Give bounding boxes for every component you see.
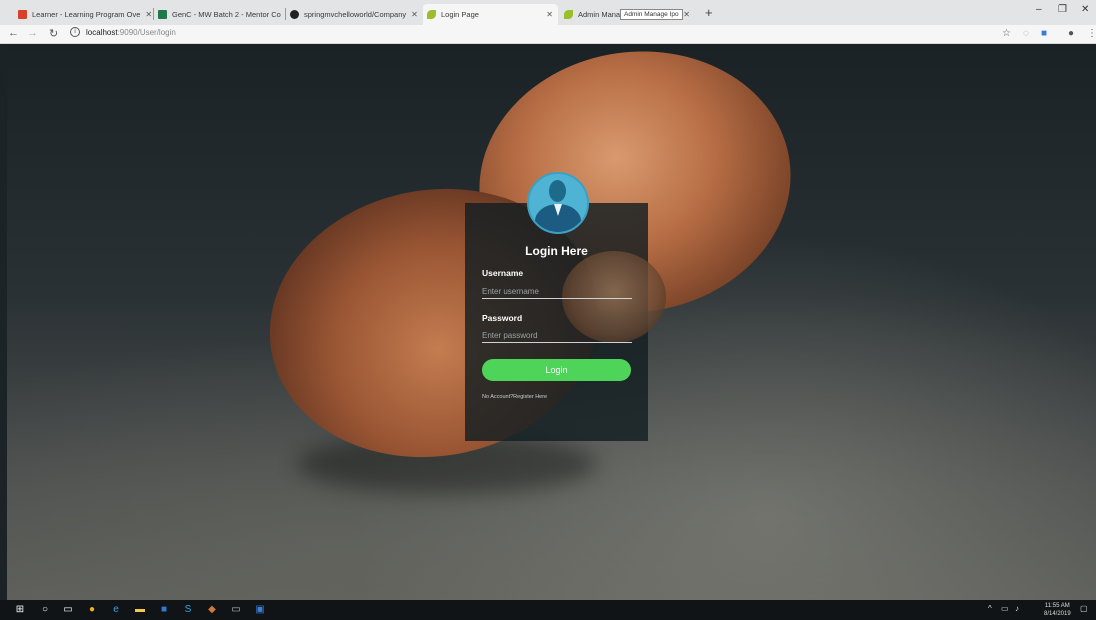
tray-chevron-icon[interactable]: ^ (988, 604, 992, 613)
page-background: Login Here Username Password Login No Ac… (7, 44, 1096, 600)
taskbar: ⊞ ○ ▭ ● e ▬ ■ S ◆ ▭ ▣ ^ ▭ ♪ 11:55 AM 8/1… (0, 600, 1096, 620)
network-icon[interactable]: ▭ (1001, 604, 1009, 613)
register-link[interactable]: No Account?Register Here (482, 394, 547, 400)
chrome-icon[interactable]: ● (86, 604, 98, 616)
forward-arrow-icon[interactable]: → (27, 27, 38, 39)
app-icon[interactable]: ◆ (206, 604, 218, 616)
task-view-icon[interactable]: ▭ (62, 604, 74, 616)
back-arrow-icon[interactable]: ← (8, 27, 19, 39)
clock-date: 8/14/2019 (1044, 611, 1071, 617)
close-icon[interactable]: ✕ (281, 10, 284, 19)
leaf-icon (564, 10, 573, 19)
tab-learner[interactable]: Learner - Learning Program Ove ✕ (14, 4, 154, 25)
tab-strip: Learner - Learning Program Ove ✕ GenC - … (0, 0, 1096, 25)
reload-icon[interactable]: ↻ (49, 27, 58, 40)
username-label: Username (482, 268, 524, 278)
window-close-button[interactable]: ✕ (1081, 4, 1089, 15)
login-button[interactable]: Login (482, 359, 631, 381)
remote-desktop-icon[interactable]: ▣ (254, 604, 266, 616)
close-icon[interactable]: ✕ (406, 10, 421, 19)
tab-genc[interactable]: GenC - MW Batch 2 - Mentor Co ✕ (154, 4, 284, 25)
profile-icon[interactable]: ● (1068, 28, 1074, 39)
skype-icon[interactable]: S (182, 604, 194, 616)
address-bar[interactable]: i localhost:9090/User/login (70, 27, 176, 37)
url-path: :9090/User/login (117, 27, 176, 37)
bookmark-star-icon[interactable]: ☆ (1002, 28, 1011, 39)
tab-title: GenC - MW Batch 2 - Mentor Co (172, 10, 281, 19)
tab-github[interactable]: springmvchelloworld/Company ✕ (286, 4, 421, 25)
notifications-icon[interactable]: ▢ (1080, 604, 1088, 613)
volume-icon[interactable]: ♪ (1015, 604, 1019, 613)
browser-toolbar: ← → ↻ i localhost:9090/User/login ☆ ◌ ■ … (0, 25, 1096, 44)
extension-circle-icon[interactable]: ◌ (1023, 28, 1029, 39)
leaf-icon (427, 10, 436, 19)
password-input[interactable] (482, 328, 632, 343)
close-icon[interactable]: ✕ (541, 10, 558, 19)
sheets-icon (158, 10, 167, 19)
tab-title: Login Page (441, 10, 479, 19)
minimize-button[interactable]: – (1036, 4, 1042, 15)
clock-time: 11:55 AM (1044, 603, 1070, 609)
restore-button[interactable]: ❐ (1058, 4, 1067, 15)
username-input[interactable] (482, 284, 632, 299)
new-tab-button[interactable]: + (705, 5, 713, 20)
taskbar-clock[interactable]: 11:55 AM 8/14/2019 (1044, 602, 1071, 618)
login-card: Login Here Username Password Login No Ac… (465, 203, 666, 441)
windows-start-icon[interactable]: ⊞ (14, 604, 26, 616)
edge-icon[interactable]: e (110, 604, 122, 616)
password-label: Password (482, 313, 523, 323)
tab-title: Learner - Learning Program Ove (32, 10, 141, 19)
url-host: localhost (86, 27, 118, 37)
tab-tooltip: Admin Manage Ipo (620, 9, 683, 20)
file-explorer-icon[interactable]: ▬ (134, 604, 146, 616)
outlook-icon[interactable]: ■ (158, 604, 170, 616)
search-icon[interactable]: ○ (39, 604, 51, 616)
tab-login-page[interactable]: Login Page ✕ (423, 4, 558, 25)
terminal-icon[interactable]: ▭ (230, 604, 242, 616)
adobe-icon (18, 10, 27, 19)
info-icon[interactable]: i (70, 27, 80, 37)
login-title: Login Here (525, 244, 588, 258)
github-icon (290, 10, 299, 19)
menu-dots-icon[interactable]: ⋮ (1087, 28, 1096, 39)
user-avatar-icon (527, 172, 589, 234)
extension-windows-icon[interactable]: ■ (1041, 28, 1047, 39)
avatar-head (549, 180, 566, 202)
tab-title: springmvchelloworld/Company (304, 10, 407, 19)
close-icon[interactable]: ✕ (140, 10, 154, 19)
